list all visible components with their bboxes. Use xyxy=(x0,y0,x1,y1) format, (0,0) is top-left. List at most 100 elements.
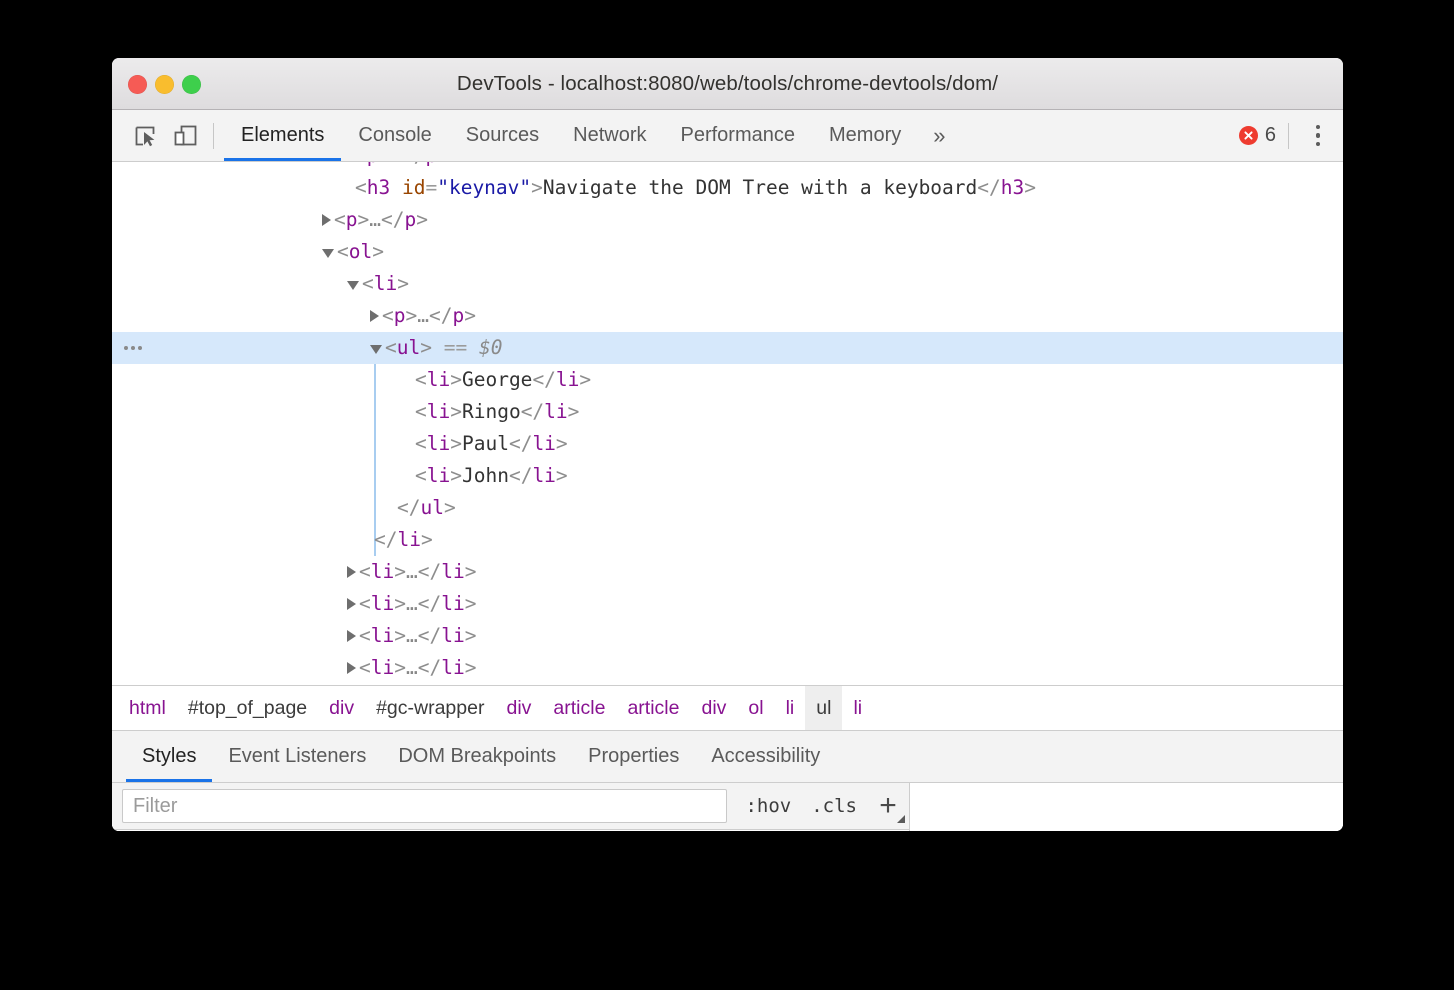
dom-node-markup: <li>Paul</li> xyxy=(415,428,568,460)
dom-node-markup: <li>George</li> xyxy=(415,364,591,396)
tab-elements-label: Elements xyxy=(241,124,324,147)
dom-node-row[interactable]: <h3 id="keynav">Navigate the DOM Tree wi… xyxy=(112,172,1343,204)
styles-pane: Filter :hov .cls + xyxy=(112,783,910,831)
expand-triangle-open-icon[interactable] xyxy=(347,281,359,290)
kebab-menu-icon[interactable] xyxy=(1303,119,1333,153)
breadcrumb-item-div[interactable]: div xyxy=(495,686,542,730)
tab-accessibility[interactable]: Accessibility xyxy=(695,731,836,782)
breadcrumb-item-topofpage[interactable]: #top_of_page xyxy=(177,686,318,730)
breadcrumb-item-div[interactable]: div xyxy=(318,686,365,730)
tab-network[interactable]: Network xyxy=(556,110,663,161)
dom-node-markup: <li> xyxy=(362,268,409,300)
dom-node-markup: <p>…</p> xyxy=(334,204,428,236)
filter-input[interactable]: Filter xyxy=(122,789,727,823)
dom-node-markup: <ol> xyxy=(337,236,384,268)
computed-styles-pane[interactable] xyxy=(910,783,1343,831)
dom-node-row[interactable]: <ol> xyxy=(112,236,1343,268)
tab-performance[interactable]: Performance xyxy=(664,110,813,161)
breadcrumb-item-ul[interactable]: ul xyxy=(805,686,842,730)
dom-node-row[interactable]: <p>…</p> xyxy=(112,162,1343,172)
expand-triangle-open-icon[interactable] xyxy=(370,345,382,354)
dom-node-markup: </li> xyxy=(374,524,433,556)
dom-node-markup: </ul> xyxy=(397,492,456,524)
tab-sources-label: Sources xyxy=(466,124,539,147)
dom-node-row[interactable]: <li>George</li> xyxy=(112,364,1343,396)
window-titlebar: DevTools - localhost:8080/web/tools/chro… xyxy=(112,58,1343,110)
new-style-rule-button[interactable]: + xyxy=(867,783,909,830)
tab-console[interactable]: Console xyxy=(341,110,448,161)
breadcrumb-item-article[interactable]: article xyxy=(542,686,616,730)
dom-node-row[interactable]: <li>…</li> xyxy=(112,652,1343,684)
breadcrumb-item-html[interactable]: html xyxy=(118,686,177,730)
dom-node-row[interactable]: <li>…</li> xyxy=(112,556,1343,588)
cls-toggle-button[interactable]: .cls xyxy=(801,795,867,817)
breadcrumb: html#top_of_pagediv#gc-wrapperdivarticle… xyxy=(112,685,1343,731)
dom-node-row[interactable]: <li>Ringo</li> xyxy=(112,396,1343,428)
expand-triangle-closed-icon[interactable] xyxy=(347,630,356,642)
zoom-button[interactable] xyxy=(182,75,201,94)
tab-memory-label: Memory xyxy=(829,124,901,147)
dom-node-markup: <ul> == $0 xyxy=(385,332,502,364)
node-gutter-ellipsis-icon[interactable] xyxy=(124,332,142,364)
dom-node-row[interactable]: <li>Paul</li> xyxy=(112,428,1343,460)
window-title: DevTools - localhost:8080/web/tools/chro… xyxy=(112,72,1343,96)
breadcrumb-item-article[interactable]: article xyxy=(616,686,690,730)
dom-node-row[interactable]: <p>…</p> xyxy=(112,204,1343,236)
dom-node-row[interactable]: <p>…</p> xyxy=(112,300,1343,332)
dom-tree-panel[interactable]: <p>…</p><h3 id="keynav">Navigate the DOM… xyxy=(112,162,1343,685)
dom-node-row[interactable]: <li>John</li> xyxy=(112,460,1343,492)
tab-properties[interactable]: Properties xyxy=(572,731,695,782)
expand-triangle-closed-icon[interactable] xyxy=(347,662,356,674)
error-count-button[interactable]: 6 xyxy=(1239,124,1276,147)
expand-triangle-open-icon[interactable] xyxy=(322,249,334,258)
devtools-window: DevTools - localhost:8080/web/tools/chro… xyxy=(112,58,1343,831)
filter-placeholder: Filter xyxy=(133,795,177,818)
expand-triangle-closed-icon[interactable] xyxy=(347,566,356,578)
breadcrumb-item-li[interactable]: li xyxy=(775,686,806,730)
styles-filter-bar: Filter :hov .cls + xyxy=(112,783,909,830)
breadcrumb-item-gcwrapper[interactable]: #gc-wrapper xyxy=(365,686,495,730)
error-circle-icon xyxy=(1239,126,1258,145)
tab-properties-label: Properties xyxy=(588,745,679,768)
expand-triangle-closed-icon[interactable] xyxy=(322,214,331,226)
tab-network-label: Network xyxy=(573,124,646,147)
device-toolbar-icon[interactable] xyxy=(165,116,205,156)
dom-node-row[interactable]: <li>…</li> xyxy=(112,620,1343,652)
tab-styles-label: Styles xyxy=(142,745,196,768)
tab-performance-label: Performance xyxy=(681,124,796,147)
dropdown-corner-icon xyxy=(897,815,905,823)
styles-rules-list[interactable] xyxy=(112,830,909,831)
inspect-element-icon[interactable] xyxy=(125,116,165,156)
minimize-button[interactable] xyxy=(155,75,174,94)
sidebar-tab-list: Styles Event Listeners DOM Breakpoints P… xyxy=(112,731,1343,783)
tab-dom-breakpoints[interactable]: DOM Breakpoints xyxy=(382,731,572,782)
dom-node-row[interactable]: </li> xyxy=(112,524,1343,556)
expand-triangle-closed-icon[interactable] xyxy=(370,310,379,322)
breadcrumb-item-li[interactable]: li xyxy=(842,686,873,730)
dom-node-row[interactable]: <li>…</li> xyxy=(112,588,1343,620)
hov-toggle-button[interactable]: :hov xyxy=(735,795,801,817)
tab-accessibility-label: Accessibility xyxy=(711,745,820,768)
breadcrumb-item-ol[interactable]: ol xyxy=(737,686,774,730)
dom-tree-rows: <p>…</p><h3 id="keynav">Navigate the DOM… xyxy=(112,162,1343,684)
dom-node-row[interactable]: </ul> xyxy=(112,492,1343,524)
tab-styles[interactable]: Styles xyxy=(126,731,212,782)
breadcrumb-item-div[interactable]: div xyxy=(690,686,737,730)
tab-sources[interactable]: Sources xyxy=(449,110,556,161)
toolbar-right-group: 6 xyxy=(1239,119,1343,153)
tab-event-listeners[interactable]: Event Listeners xyxy=(212,731,382,782)
dom-node-row[interactable]: <li> xyxy=(112,268,1343,300)
tab-memory[interactable]: Memory xyxy=(812,110,918,161)
tab-console-label: Console xyxy=(358,124,431,147)
close-button[interactable] xyxy=(128,75,147,94)
dom-node-markup: <p>…</p> xyxy=(382,300,476,332)
toolbar-right-divider xyxy=(1288,123,1289,149)
tab-event-listeners-label: Event Listeners xyxy=(228,745,366,768)
dom-node-markup: <li>…</li> xyxy=(359,588,476,620)
expand-triangle-closed-icon[interactable] xyxy=(347,598,356,610)
dom-node-markup: <li>Ringo</li> xyxy=(415,396,579,428)
more-tabs-chevron-icon[interactable]: » xyxy=(918,110,960,161)
styles-split-view: Filter :hov .cls + xyxy=(112,783,1343,831)
dom-node-row-selected[interactable]: <ul> == $0 xyxy=(112,332,1343,364)
tab-elements[interactable]: Elements xyxy=(224,110,341,161)
